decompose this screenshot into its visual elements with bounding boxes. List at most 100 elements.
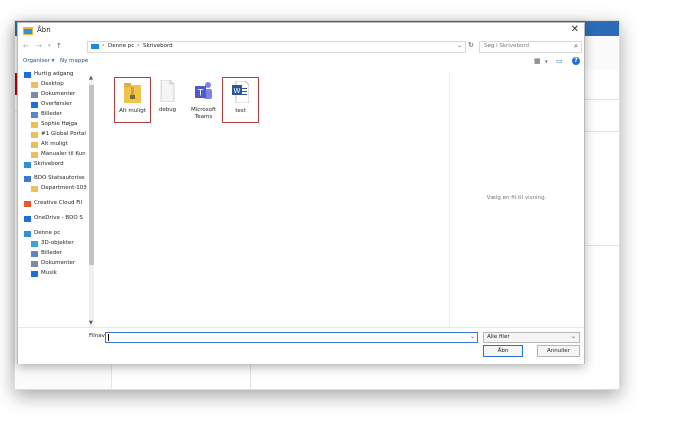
navigation-scrollbar[interactable]: ▲ ▼ [89,75,94,327]
computer-icon [91,44,99,49]
sidebar-item[interactable]: Denne pc [24,230,96,239]
dialog-app-icon [23,27,33,35]
svg-text:W: W [234,87,241,95]
file-item[interactable]: T Microsoft Teams [186,77,221,121]
sidebar-item[interactable]: Department-103 [24,185,96,194]
organize-button[interactable]: Organiser ▾ [23,58,54,64]
sidebar-item-label: Billeder [41,250,62,256]
navigation-pane: Hurtig adgang Desktop✱Dokumenter✱Overførs… [24,71,96,327]
sidebar-item[interactable]: Overførsler✱ [24,101,96,110]
file-item[interactable]: Alt muligt [114,77,151,123]
sidebar-item-label: Desktop [41,81,64,87]
music-icon [31,271,38,277]
open-file-dialog: Åbn ✕ ← → ▾ ↑ › Denne pc › Skrivebord ⌄ … [17,22,585,364]
search-icon: ⌕ [574,42,578,50]
sidebar-item-label: Sophie Højga [41,121,78,127]
address-bar[interactable]: › Denne pc › Skrivebord ⌄ [87,41,466,53]
cube-icon [31,241,38,247]
scrollbar-thumb[interactable] [89,85,94,265]
sidebar-item-label: Hurtig adgang [34,71,74,77]
sidebar-item[interactable]: Hurtig adgang [24,71,96,80]
file-item[interactable]: debug [150,77,185,121]
recent-chevron-icon[interactable]: ▾ [48,43,51,49]
chevron-down-icon[interactable]: ⌄ [457,42,462,49]
sidebar-item[interactable]: Sophie Højga✱ [24,121,96,130]
creative-cloud-icon [24,201,31,207]
file-type-value: Alle filer [487,334,510,340]
forward-arrow-icon[interactable]: → [36,42,42,50]
file-list: Alt muligt debug T Microsoft Teams Wtest [97,71,448,327]
sidebar-item[interactable]: Musik [24,270,96,279]
view-options-icon[interactable]: ▦ [534,57,541,65]
sidebar-item[interactable]: Creative Cloud Fil [24,200,96,209]
teams-icon: T [195,82,212,99]
sidebar-item[interactable]: OneDrive - BDO S [24,215,96,224]
resize-grip-icon[interactable]: ⋰ [578,357,583,363]
chevron-down-icon[interactable]: ⌄ [470,333,475,340]
sidebar-item[interactable]: Billeder [24,250,96,259]
sidebar-item-label: 3D-objekter [41,240,74,246]
word-doc-icon: W [232,81,249,103]
sidebar-item[interactable]: Skrivebord [24,161,96,170]
scroll-down-icon[interactable]: ▼ [89,320,93,326]
dialog-titlebar: Åbn ✕ [18,23,584,39]
chevron-down-icon: ⌄ [570,333,576,340]
close-icon[interactable]: ✕ [571,24,579,35]
breadcrumb-desktop[interactable]: Skrivebord [143,43,173,49]
up-arrow-icon[interactable]: ↑ [56,42,62,50]
sidebar-item-label: Musik [41,270,57,276]
documents-icon [31,92,38,98]
breadcrumb-this-pc[interactable]: Denne pc [108,43,134,49]
address-row: ← → ▾ ↑ › Denne pc › Skrivebord ⌄ ↻ Søg … [18,40,584,53]
pictures-icon [31,112,38,118]
dialog-title: Åbn [37,26,51,34]
star-icon [24,72,31,78]
crumb-separator: › [102,42,105,49]
back-arrow-icon[interactable]: ← [23,42,29,50]
desktop-icon [24,162,31,168]
cancel-button[interactable]: Annuller [537,345,580,357]
file-icon [160,80,175,102]
onedrive-icon [24,216,31,222]
sidebar-item[interactable]: Dokumenter [24,260,96,269]
dialog-footer: Filnavn: ⌄ Alle filer ⌄ Åbn Annuller ⋰ [18,327,584,364]
filename-input[interactable]: ⌄ [105,332,478,343]
scroll-up-icon[interactable]: ▲ [89,75,93,81]
svg-text:T: T [197,89,204,99]
file-type-select[interactable]: Alle filer ⌄ [483,332,580,343]
sidebar-item[interactable]: Alt muligt [24,141,96,150]
pictures-icon [31,251,38,257]
sidebar-item[interactable]: #1 Global Portal [24,131,96,140]
new-folder-button[interactable]: Ny mappe [60,58,88,64]
sidebar-item[interactable]: Dokumenter✱ [24,91,96,100]
background-divider [250,361,251,389]
open-button[interactable]: Åbn [483,345,523,357]
sidebar-item[interactable]: BDO Statsautorise [24,175,96,184]
preview-pane: Vælg en fil til visning. [449,71,583,327]
folder-icon [31,152,38,158]
computer-icon [24,231,31,237]
search-input[interactable]: Søg i Skrivebord ⌕ [479,41,582,53]
preview-pane-icon[interactable]: ▭ [556,57,563,65]
sidebar-item-label: Manualer til Kun [41,151,86,157]
folder-icon [31,82,38,88]
folder-icon [31,122,38,128]
chevron-down-icon[interactable]: ▾ [545,59,548,65]
download-icon [31,102,38,108]
crumb-separator: › [137,42,140,49]
sidebar-item-label: Dokumenter [41,260,76,266]
sidebar-item-label: Alt muligt [41,141,68,147]
sidebar-item[interactable]: Manualer til Kun [24,151,96,160]
sidebar-item-label: #1 Global Portal [41,131,86,137]
help-icon[interactable]: ? [572,57,580,65]
building-icon [24,176,31,182]
toolbar: Organiser ▾ Ny mappe ▦ ▾ ▭ ? [18,56,584,68]
sidebar-item-label: Denne pc [34,230,61,236]
file-item[interactable]: Wtest [222,77,259,123]
sidebar-item[interactable]: 3D-objekter [24,240,96,249]
sidebar-item[interactable]: Billeder✱ [24,111,96,120]
sidebar-item[interactable]: Desktop✱ [24,81,96,90]
folder-icon [31,186,38,192]
refresh-icon[interactable]: ↻ [468,41,474,49]
folder-icon [31,142,38,148]
